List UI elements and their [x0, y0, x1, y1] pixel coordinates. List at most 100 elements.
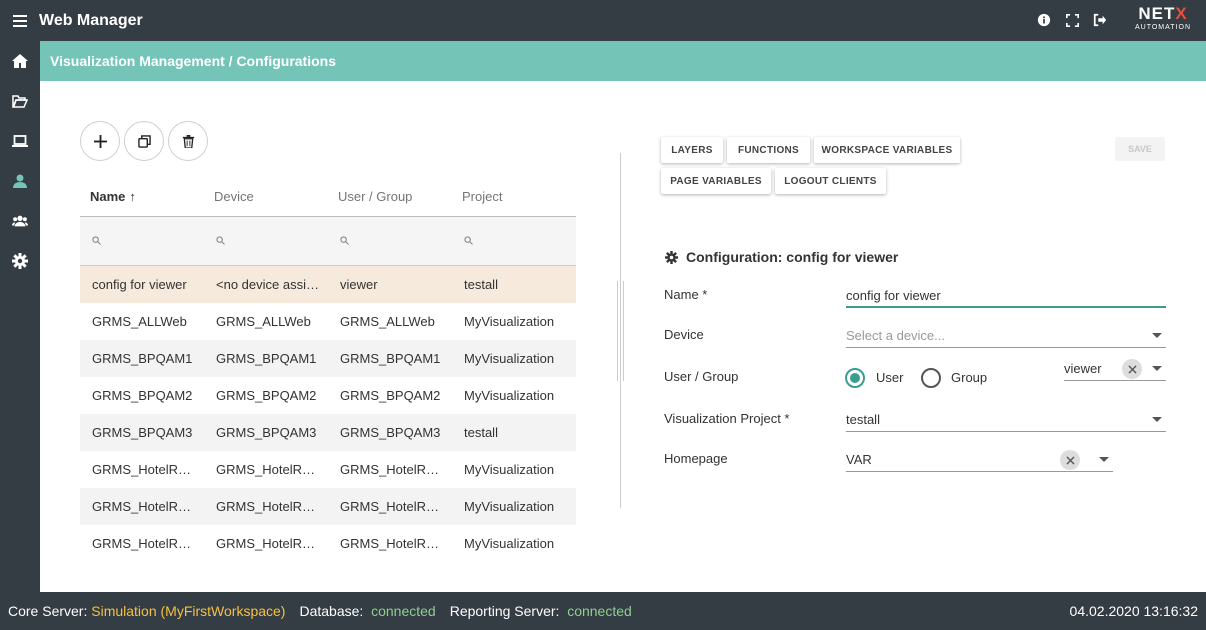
save-button[interactable]: SAVE [1115, 137, 1165, 161]
cell-user-group: GRMS_BPQAM1 [340, 351, 441, 366]
sidebar-item-files[interactable] [0, 81, 40, 121]
column-header-user-group[interactable]: User / Group [328, 189, 452, 204]
reporting-server-label: Reporting Server: [449, 603, 560, 619]
close-icon [1127, 364, 1137, 374]
table-row[interactable]: GRMS_HotelRoom1 GRMS_HotelRoom1 GRMS_Hot… [80, 451, 576, 488]
logout-clients-button[interactable]: LOGOUT CLIENTS [775, 168, 886, 194]
sidebar-item-home[interactable] [0, 41, 40, 81]
chevron-down-icon [1152, 417, 1162, 422]
clear-user-button[interactable] [1122, 359, 1142, 379]
search-icon [340, 236, 349, 245]
home-icon [12, 54, 28, 68]
filter-project-input[interactable] [452, 232, 576, 250]
cell-user-group: GRMS_HotelRoom3 [340, 536, 452, 551]
column-header-device[interactable]: Device [204, 189, 328, 204]
name-value: config for viewer [846, 287, 941, 303]
logo-subtitle: AUTOMATION [1134, 24, 1192, 31]
user-icon [13, 174, 27, 188]
cell-device: GRMS_HotelRoom3 [216, 536, 328, 551]
cell-name: GRMS_HotelRoom3 [92, 536, 204, 551]
sidebar [0, 41, 40, 592]
config-title-text: Configuration: config for viewer [686, 249, 899, 265]
device-placeholder: Select a device... [846, 328, 945, 343]
column-name-label: Name [90, 189, 126, 204]
cell-name: GRMS_ALLWeb [92, 314, 187, 329]
config-title: Configuration: config for viewer [665, 249, 898, 265]
radio-user[interactable] [845, 368, 865, 388]
chevron-down-icon [1152, 366, 1162, 371]
cell-name: GRMS_HotelRoom2 [92, 499, 204, 514]
menu-icon[interactable] [0, 0, 40, 41]
page-variables-button[interactable]: PAGE VARIABLES [661, 168, 771, 194]
split-resize-handle[interactable] [617, 281, 624, 381]
layers-button[interactable]: LAYERS [661, 137, 723, 163]
user-value: viewer [1064, 361, 1102, 376]
radio-group[interactable] [921, 368, 941, 388]
workspace-variables-button[interactable]: WORKSPACE VARIABLES [814, 137, 960, 163]
homepage-label: Homepage [664, 451, 728, 466]
table-row[interactable]: GRMS_HotelRoom2 GRMS_HotelRoom2 GRMS_Hot… [80, 488, 576, 525]
core-server-label: Core Server: [8, 603, 88, 619]
table-row[interactable]: GRMS_ALLWeb GRMS_ALLWeb GRMS_ALLWeb MyVi… [80, 303, 576, 340]
column-header-name[interactable]: Name ↑ [80, 189, 204, 204]
duplicate-button[interactable] [124, 121, 164, 161]
filter-device-input[interactable] [204, 232, 328, 250]
breadcrumb: Visualization Management / Configuration… [40, 41, 1206, 81]
reporting-server-status: connected [567, 603, 632, 619]
filter-user-group-input[interactable] [328, 232, 452, 250]
project-select[interactable]: testall [846, 408, 1166, 432]
clear-homepage-button[interactable] [1060, 450, 1080, 470]
cell-name: GRMS_BPQAM2 [92, 388, 193, 403]
sort-ascending-icon[interactable]: ↑ [129, 189, 136, 204]
core-server-value: Simulation (MyFirstWorkspace) [91, 603, 286, 619]
add-button[interactable] [80, 121, 120, 161]
sidebar-item-users[interactable] [0, 201, 40, 241]
logout-icon[interactable] [1092, 12, 1108, 28]
cell-user-group: viewer [340, 277, 378, 292]
database-label: Database: [299, 603, 364, 619]
cell-project: MyVisualization [464, 314, 555, 329]
cell-project: MyVisualization [464, 462, 555, 477]
cell-device: GRMS_HotelRoom2 [216, 499, 328, 514]
filter-name-input[interactable] [80, 232, 204, 250]
gear-icon [665, 250, 678, 264]
configurations-grid: Name ↑ Device User / Group Project config… [80, 177, 576, 562]
homepage-select[interactable]: VAR [846, 448, 1113, 472]
table-row[interactable]: config for viewer <no device assigned> v… [80, 266, 576, 303]
gear-icon [12, 253, 28, 269]
sidebar-item-settings[interactable] [0, 241, 40, 281]
cell-name: config for viewer [92, 277, 187, 292]
project-value: testall [846, 412, 880, 427]
functions-button[interactable]: FUNCTIONS [727, 137, 810, 163]
device-label: Device [664, 327, 704, 342]
table-row[interactable]: GRMS_BPQAM3 GRMS_BPQAM3 GRMS_BPQAM3 test… [80, 414, 576, 451]
sidebar-item-user[interactable] [0, 161, 40, 201]
close-icon [1065, 455, 1075, 465]
delete-button[interactable] [168, 121, 208, 161]
table-row[interactable]: GRMS_BPQAM2 GRMS_BPQAM2 GRMS_BPQAM2 MyVi… [80, 377, 576, 414]
cell-project: MyVisualization [464, 351, 555, 366]
cell-device: GRMS_BPQAM1 [216, 351, 317, 366]
cell-device: GRMS_BPQAM3 [216, 425, 317, 440]
cell-user-group: GRMS_ALLWeb [340, 314, 435, 329]
laptop-icon [12, 135, 28, 147]
database-status: connected [371, 603, 436, 619]
main-content: Name ↑ Device User / Group Project config… [40, 81, 1206, 592]
filter-row [80, 217, 576, 266]
cell-project: MyVisualization [464, 499, 555, 514]
column-header-project[interactable]: Project [452, 189, 576, 204]
users-icon [12, 215, 28, 227]
table-row[interactable]: GRMS_HotelRoom3 GRMS_HotelRoom3 GRMS_Hot… [80, 525, 576, 562]
user-select[interactable]: viewer [1064, 357, 1166, 381]
sidebar-item-devices[interactable] [0, 121, 40, 161]
user-group-label: User / Group [664, 369, 739, 384]
device-select[interactable]: Select a device... [846, 324, 1166, 348]
cell-device: <no device assigned> [216, 277, 328, 292]
cell-project: MyVisualization [464, 536, 555, 551]
name-field[interactable]: config for viewer [846, 284, 1166, 308]
info-icon[interactable] [1036, 12, 1052, 28]
cell-user-group: GRMS_HotelRoom2 [340, 499, 452, 514]
fullscreen-icon[interactable] [1064, 12, 1080, 28]
table-row[interactable]: GRMS_BPQAM1 GRMS_BPQAM1 GRMS_BPQAM1 MyVi… [80, 340, 576, 377]
top-bar: Web Manager NETX AUTOMATION [0, 0, 1206, 41]
